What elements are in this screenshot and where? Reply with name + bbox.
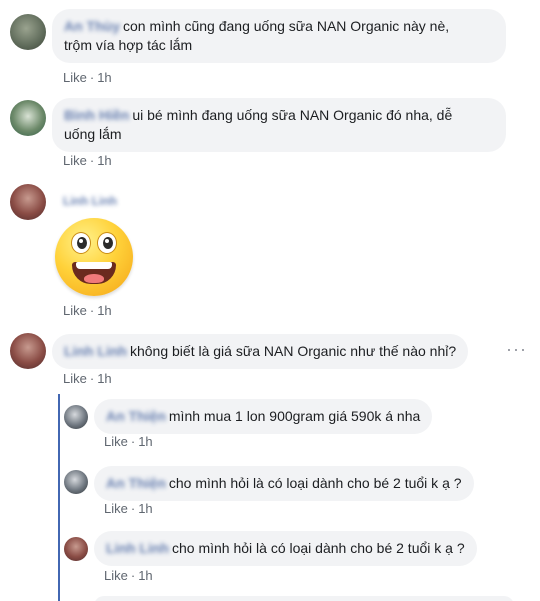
comment-text: con mình cũng đang uống sữa NAN Organic … <box>123 18 450 34</box>
reply-3: Linh Linh cho mình hỏi là có loại dành ch… <box>0 525 540 595</box>
avatar[interactable] <box>10 14 46 50</box>
avatar[interactable] <box>10 100 46 136</box>
timestamp[interactable]: 1h <box>138 501 152 516</box>
grinning-face-sticker-icon <box>55 218 133 296</box>
timestamp[interactable]: 1h <box>138 434 152 449</box>
comment-meta: Like · 1h <box>63 153 112 168</box>
reply-text: mình mua 1 lon 900gram giá 590k á nha <box>168 408 421 424</box>
avatar[interactable] <box>10 333 46 369</box>
comment-text: ui bé mình đang uống sữa NAN Organic đó … <box>132 107 453 123</box>
comment-author[interactable]: Linh Linh <box>64 342 127 361</box>
timestamp[interactable]: 1h <box>97 303 111 318</box>
like-link[interactable]: Like <box>104 434 128 449</box>
comment-text-cont: uống lắm <box>64 126 122 142</box>
comment-text: không biết là giá sữa NAN Organic như th… <box>129 343 457 359</box>
reply-author[interactable]: An Thiện <box>106 407 166 426</box>
comment-3: Linh Linh Like · 1h <box>0 180 540 325</box>
timestamp[interactable]: 1h <box>97 70 111 85</box>
comment-4: Linh Linh không biết là giá sữa NAN Organ… <box>0 325 540 395</box>
comment-meta: Like · 1h <box>63 70 112 85</box>
like-link[interactable]: Like <box>63 153 87 168</box>
reply-bubble: Linh Linh cho mình hỏi là có loại dành ch… <box>94 531 477 566</box>
reply-meta: Like · 1h <box>104 568 153 583</box>
like-link[interactable]: Like <box>63 303 87 318</box>
like-link[interactable]: Like <box>63 70 87 85</box>
reply-meta: Like · 1h <box>104 434 153 449</box>
comment-text-cont: trộm vía hợp tác lắm <box>64 37 193 53</box>
reply-text: cho mình hỏi là có loại dành cho bé 2 tu… <box>168 475 462 491</box>
reply-bubble-partial <box>94 596 514 601</box>
avatar[interactable] <box>64 470 88 494</box>
more-options-icon[interactable]: ··· <box>506 339 527 360</box>
timestamp[interactable]: 1h <box>97 153 111 168</box>
comment-author[interactable]: An Thùy <box>64 17 120 36</box>
comment-author[interactable]: Linh Linh <box>63 194 117 208</box>
reply-author[interactable]: An Thiện <box>106 474 166 493</box>
comment-bubble: Bình Hiền ui bé mình đang uống sữa NAN Or… <box>52 98 506 152</box>
reply-text: cho mình hỏi là có loại dành cho bé 2 tu… <box>171 540 465 556</box>
comment-2: Bình Hiền ui bé mình đang uống sữa NAN Or… <box>0 90 540 180</box>
comment-1: An Thùy con mình cũng đang uống sữa NAN O… <box>0 0 540 90</box>
avatar[interactable] <box>64 405 88 429</box>
reply-meta: Like · 1h <box>104 501 153 516</box>
reply-author[interactable]: Linh Linh <box>106 539 169 558</box>
like-link[interactable]: Like <box>104 501 128 516</box>
reply-1: An Thiện mình mua 1 lon 900gram giá 590k … <box>0 395 540 460</box>
timestamp[interactable]: 1h <box>138 568 152 583</box>
comment-meta: Like · 1h <box>63 371 112 386</box>
comment-bubble: An Thùy con mình cũng đang uống sữa NAN O… <box>52 9 506 63</box>
reply-bubble: An Thiện mình mua 1 lon 900gram giá 590k … <box>94 399 433 434</box>
comment-author[interactable]: Bình Hiền <box>64 106 129 125</box>
comment-meta: Like · 1h <box>63 303 112 318</box>
timestamp[interactable]: 1h <box>97 371 111 386</box>
avatar[interactable] <box>10 184 46 220</box>
avatar[interactable] <box>64 537 88 561</box>
comment-bubble: Linh Linh không biết là giá sữa NAN Organ… <box>52 334 469 369</box>
like-link[interactable]: Like <box>63 371 87 386</box>
reply-bubble: An Thiện cho mình hỏi là có loại dành cho… <box>94 466 474 501</box>
like-link[interactable]: Like <box>104 568 128 583</box>
reply-2: An Thiện cho mình hỏi là có loại dành cho… <box>0 460 540 525</box>
